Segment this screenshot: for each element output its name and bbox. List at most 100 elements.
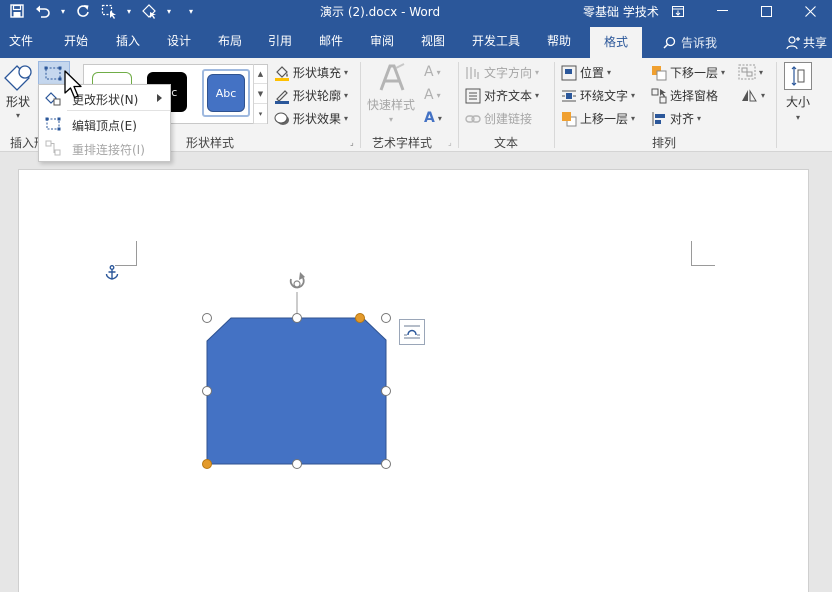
shape-effects-button[interactable]: 形状效果 ▾: [274, 110, 348, 127]
margin-mark-top-right: [691, 241, 715, 266]
edit-points-icon: [45, 117, 61, 131]
rotate-handle-icon[interactable]: [289, 272, 305, 289]
select-objects-icon[interactable]: [98, 2, 120, 20]
edit-points-label: 编辑顶点(E): [72, 119, 137, 133]
reroute-connectors-label: 重排连接符(I): [72, 143, 145, 157]
text-fill-button[interactable]: A ▾: [424, 64, 441, 80]
ribbon-display-options-icon[interactable]: [656, 0, 700, 22]
margin-mark-top-left: [115, 241, 137, 266]
shapes-button[interactable]: 形状 ▾: [3, 64, 33, 120]
tab-home[interactable]: 开始: [64, 32, 88, 49]
position-icon: [561, 65, 577, 80]
tab-help[interactable]: 帮助: [547, 32, 571, 49]
brand-text: 零基础 学技术: [583, 5, 659, 19]
shape-qat-dropdown-caret[interactable]: ▾: [164, 2, 174, 20]
position-button[interactable]: 位置 ▾: [561, 64, 611, 81]
quick-styles-button[interactable]: 快速样式 ▾: [367, 62, 415, 124]
shape-styles-group-label: 形状样式: [186, 136, 235, 150]
shape-outline-button[interactable]: 形状轮廓 ▾: [274, 87, 348, 104]
tab-developer[interactable]: 开发工具: [472, 32, 520, 49]
tell-me-search[interactable]: 告诉我: [663, 34, 717, 51]
title-bar: ▾ ▾ ▾ ▾ 演示 (2).docx - Word 零基础 学技术: [0, 0, 832, 22]
tab-view[interactable]: 视图: [421, 32, 445, 49]
menu-item-reroute-connectors[interactable]: 重排连接符(I): [39, 136, 170, 160]
undo-icon[interactable]: [32, 2, 54, 20]
text-direction-button[interactable]: 文字方向 ▾: [465, 64, 539, 81]
tab-file[interactable]: 文件: [9, 32, 33, 49]
text-fill-icon: A: [424, 64, 434, 80]
gallery-up-icon[interactable]: ▲: [254, 64, 267, 84]
customize-qat-caret[interactable]: ▾: [186, 2, 196, 20]
wordart-group-label: 艺术字样式: [372, 136, 433, 150]
bring-forward-button[interactable]: 上移一层 ▾: [561, 110, 635, 127]
tab-mailings[interactable]: 邮件: [319, 32, 343, 49]
menu-item-edit-points[interactable]: 编辑顶点(E): [39, 112, 170, 136]
resize-handle-top[interactable]: [292, 313, 302, 323]
select-dropdown-caret[interactable]: ▾: [124, 2, 134, 20]
close-icon[interactable]: [788, 0, 832, 22]
wrap-text-label: 环绕文字: [580, 89, 629, 103]
maximize-icon[interactable]: [744, 0, 788, 22]
gallery-scrollbar[interactable]: ▲ ▼ ▾: [253, 64, 267, 124]
shapes-icon: [4, 65, 32, 91]
rotate-button[interactable]: ▾: [740, 87, 765, 103]
save-icon[interactable]: [6, 2, 28, 20]
selection-pane-button[interactable]: 选择窗格: [651, 87, 718, 104]
resize-handle-bottom[interactable]: [292, 459, 302, 469]
adjust-handle-top-right[interactable]: [355, 313, 365, 323]
style-swatch-blue-selected[interactable]: Abc: [202, 69, 250, 117]
bring-forward-icon: [562, 111, 577, 126]
reroute-connectors-icon: [45, 140, 61, 156]
share-button[interactable]: 共享: [786, 34, 827, 51]
shape-effects-icon: [274, 112, 289, 125]
align-icon: [652, 111, 665, 126]
resize-handle-left[interactable]: [202, 386, 212, 396]
gallery-more-icon[interactable]: ▾: [254, 104, 267, 124]
snip-rectangle-shape[interactable]: [206, 317, 387, 465]
size-label: 大小: [785, 95, 810, 109]
minimize-icon[interactable]: [700, 0, 744, 22]
layout-options-icon[interactable]: [399, 319, 425, 345]
wrap-text-button[interactable]: 环绕文字 ▾: [561, 87, 635, 104]
search-icon: [663, 36, 676, 49]
group-objects-button[interactable]: ▾: [738, 64, 763, 80]
resize-handle-top-right[interactable]: [381, 313, 391, 323]
gallery-down-icon[interactable]: ▼: [254, 84, 267, 104]
tab-review[interactable]: 审阅: [370, 32, 394, 49]
edit-points-icon: [44, 66, 62, 81]
pen-icon: [275, 89, 289, 104]
tab-layout[interactable]: 布局: [218, 32, 242, 49]
tab-insert[interactable]: 插入: [116, 32, 140, 49]
text-outline-button[interactable]: A ▾: [424, 87, 441, 103]
tab-format[interactable]: 格式: [590, 27, 643, 58]
text-direction-label: 文字方向: [484, 66, 533, 80]
adjust-handle-bottom-left[interactable]: [202, 459, 212, 469]
size-button[interactable]: 大小 ▾: [784, 62, 812, 122]
wordart-a-icon: [379, 63, 405, 91]
wordart-launcher-icon[interactable]: ⌟: [448, 138, 452, 147]
resize-handle-top-left[interactable]: [202, 313, 212, 323]
shapes-label: 形状: [5, 95, 30, 109]
tab-design[interactable]: 设计: [167, 32, 191, 49]
shape-fill-button[interactable]: 形状填充 ▾: [274, 64, 348, 81]
tab-references[interactable]: 引用: [268, 32, 292, 49]
redo-icon[interactable]: [72, 2, 94, 20]
send-backward-button[interactable]: 下移一层 ▾: [651, 64, 725, 81]
menu-item-change-shape[interactable]: 更改形状(N): [39, 86, 170, 110]
align-text-button[interactable]: 对齐文本 ▾: [465, 87, 539, 104]
selected-shape[interactable]: [197, 270, 427, 470]
undo-dropdown-caret[interactable]: ▾: [58, 2, 68, 20]
arrange-group-label: 排列: [652, 136, 677, 150]
align-button[interactable]: 对齐 ▾: [651, 110, 701, 127]
shape-styles-launcher-icon[interactable]: ⌟: [350, 138, 354, 147]
document-page[interactable]: [18, 169, 809, 592]
create-link-button[interactable]: 创建链接: [465, 110, 532, 127]
text-effects-button[interactable]: A ▾: [424, 110, 442, 126]
shape-edit-qat-icon[interactable]: [138, 2, 160, 20]
document-title: 演示 (2).docx - Word: [320, 5, 441, 19]
resize-handle-bottom-right[interactable]: [381, 459, 391, 469]
text-direction-icon: [466, 66, 479, 79]
size-icon: [784, 62, 812, 90]
rotate-icon: [742, 89, 757, 102]
resize-handle-right[interactable]: [381, 386, 391, 396]
